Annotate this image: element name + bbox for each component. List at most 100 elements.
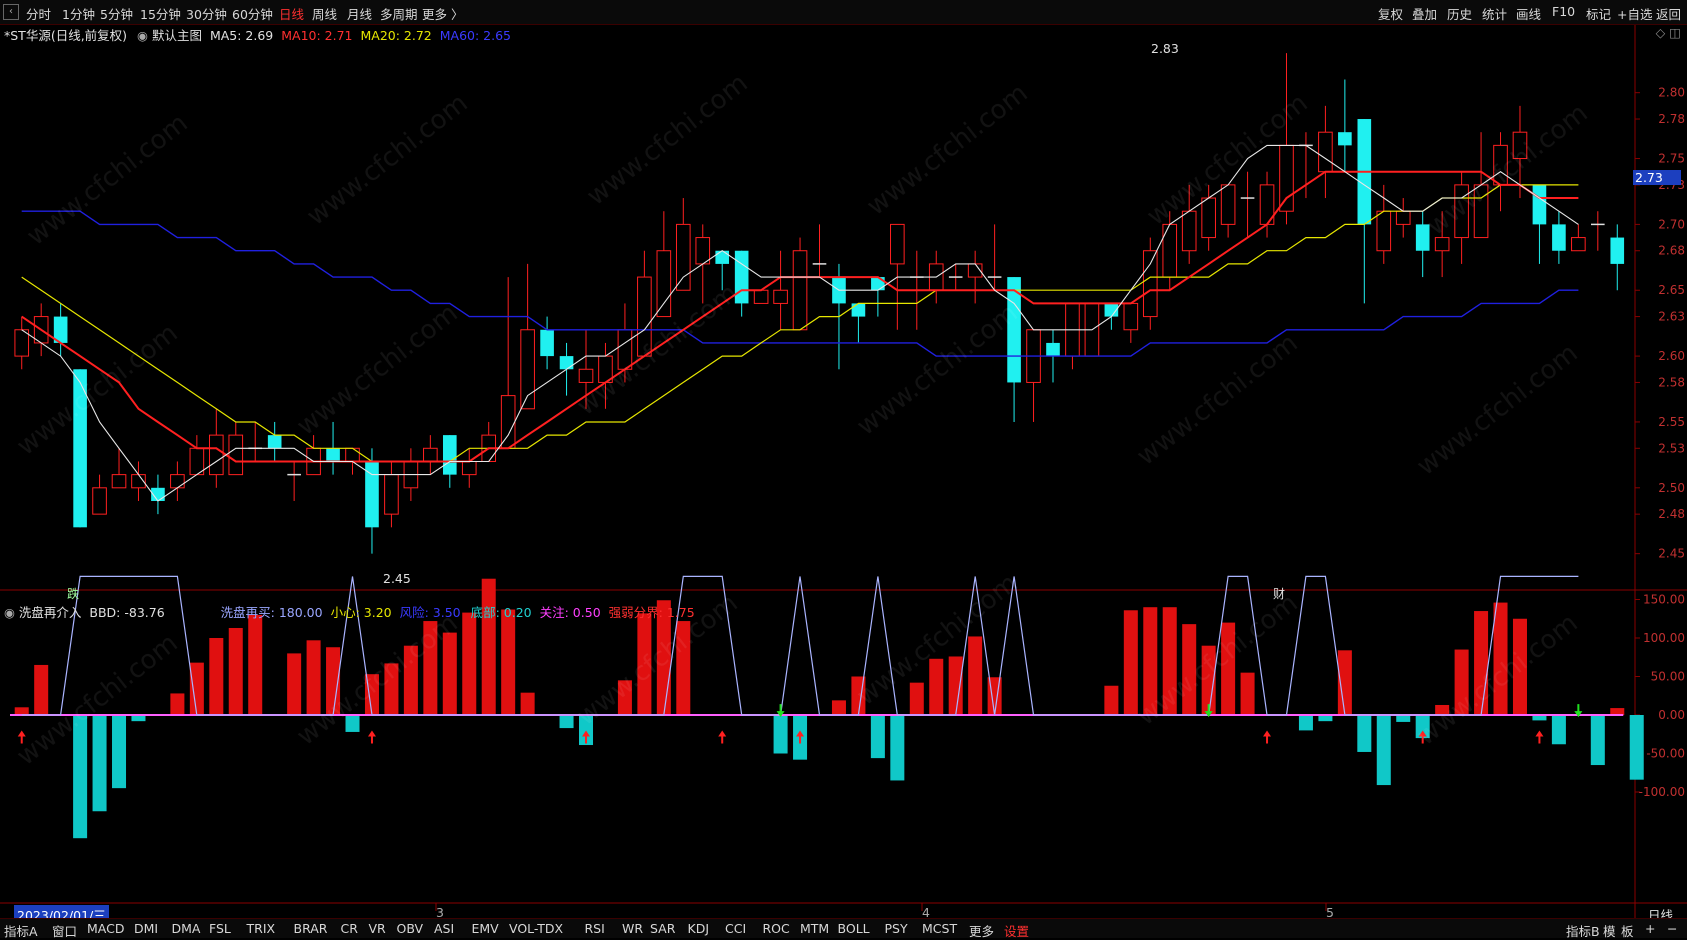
candle-up — [773, 289, 788, 304]
indicator-tab-24[interactable]: 更多 — [969, 921, 994, 940]
indicator-tab-11[interactable]: ASI — [434, 921, 454, 936]
candle-up — [228, 434, 244, 476]
period-tab-7[interactable]: 周线 — [312, 4, 337, 23]
tool-button-7[interactable]: +自选 — [1617, 4, 1652, 23]
right-tab-2[interactable]: 板 — [1621, 921, 1634, 940]
indicator-tab-10[interactable]: OBV — [397, 921, 424, 936]
bbd-bar-positive — [501, 609, 516, 715]
tool-button-0[interactable]: 复权 — [1378, 4, 1403, 23]
event-marker-left[interactable]: 跌 — [67, 585, 79, 602]
settings-icon[interactable]: ◉ — [4, 605, 15, 620]
period-tab-2[interactable]: 5分钟 — [100, 4, 133, 23]
bbd-bar-negative — [112, 715, 127, 789]
right-tab-0[interactable]: 指标B — [1566, 921, 1600, 940]
candle-down — [442, 435, 457, 475]
right-tab-4[interactable]: − — [1667, 921, 1677, 936]
right-tab-1[interactable]: 模 — [1603, 921, 1616, 940]
tool-button-6[interactable]: 标记 — [1586, 4, 1611, 23]
candle-down — [1415, 224, 1430, 251]
tool-button-1[interactable]: 叠加 — [1412, 4, 1437, 23]
price-axis-label: 2.50 — [1658, 481, 1685, 495]
indicator-tab-9[interactable]: VR — [369, 921, 386, 936]
param-careful: 小心: 3.20 — [330, 605, 392, 620]
indicator-tab-16[interactable]: SAR — [650, 921, 675, 936]
indicator-tab-15[interactable]: WR — [622, 921, 643, 936]
indicator-tab-23[interactable]: MCST — [922, 921, 957, 936]
indicator-tab-7[interactable]: BRAR — [294, 921, 328, 936]
param-bottom: 底部: 0.20 — [470, 605, 532, 620]
tool-button-2[interactable]: 历史 — [1447, 4, 1472, 23]
indicator-tab-8[interactable]: CR — [341, 921, 358, 936]
candle-up — [14, 329, 30, 357]
ma20-value: MA20: 2.72 — [360, 28, 432, 43]
stock-name: *ST华源(日线,前复权) — [4, 28, 128, 43]
indicator-tab-12[interactable]: EMV — [472, 921, 499, 936]
bbd-bar-negative — [773, 715, 788, 754]
period-tab-9[interactable]: 多周期 — [380, 4, 418, 23]
bbd-bar-negative — [92, 715, 107, 812]
bbd-bar-positive — [384, 663, 399, 715]
bbd-bar-positive — [929, 658, 944, 715]
period-tab-1[interactable]: 1分钟 — [62, 4, 95, 23]
tool-button-4[interactable]: 画线 — [1516, 4, 1541, 23]
indicator-tab-14[interactable]: RSI — [585, 921, 605, 936]
indicator-tab-18[interactable]: CCI — [725, 921, 746, 936]
bbd-bar-positive — [1474, 611, 1489, 715]
indicator-tab-20[interactable]: MTM — [800, 921, 829, 936]
ma5-value: MA5: 2.69 — [209, 28, 274, 43]
event-marker-right[interactable]: 财 — [1273, 585, 1285, 602]
period-tab-6[interactable]: 日线 — [279, 4, 304, 23]
indicator-name: 洗盘再介入 — [18, 605, 82, 620]
price-axis-label: 2.63 — [1658, 310, 1685, 324]
candle-up — [637, 276, 652, 357]
tool-button-3[interactable]: 统计 — [1482, 4, 1507, 23]
indicator-tab-0[interactable]: 指标A — [4, 921, 38, 940]
indicator-tabbar: 指标A 窗口 MACD DMI DMA FSL TRIX BRAR CR VR OBV ASI EMV V… — [0, 918, 1687, 940]
ind-axis-label: 150.00 — [1643, 593, 1685, 607]
indicator-tab-22[interactable]: PSY — [885, 921, 908, 936]
indicator-tab-25[interactable]: 设置 — [1004, 921, 1029, 940]
settings-icon[interactable]: ◉ — [137, 28, 148, 43]
bbd-bar-negative — [1376, 715, 1391, 786]
right-tab-3[interactable]: + — [1645, 921, 1655, 936]
candle-up — [675, 223, 691, 291]
expand-icon[interactable]: ◇ ◫ — [1656, 25, 1681, 40]
period-tab-3[interactable]: 15分钟 — [140, 4, 181, 23]
candle-down — [734, 250, 749, 304]
tool-button-8[interactable]: 返回 — [1656, 4, 1681, 23]
ind-axis-label: 0.00 — [1658, 708, 1685, 722]
current-price-tag: 2.73 — [1633, 170, 1681, 185]
indicator-tab-5[interactable]: FSL — [209, 921, 231, 936]
candle-up — [1395, 210, 1411, 225]
period-tab-8[interactable]: 月线 — [347, 4, 372, 23]
indicator-tab-19[interactable]: ROC — [763, 921, 790, 936]
period-tab-0[interactable]: 分时 — [26, 4, 51, 23]
kline-chart[interactable]: 2.80 2.78 2.75 2.73 2.70 2.68 2.65 2.63 2.60 2.58… — [0, 25, 1687, 918]
indicator-tab-3[interactable]: DMI — [134, 921, 158, 936]
param-wash: 洗盘再买: 180.00 — [220, 605, 323, 620]
bbd-bar-positive — [948, 656, 963, 715]
candle-down — [851, 303, 866, 317]
period-tab-10[interactable]: 更多 〉 — [422, 4, 463, 23]
period-tab-5[interactable]: 60分钟 — [232, 4, 273, 23]
bbd-bar-positive — [831, 700, 846, 715]
indicator-tab-1[interactable]: 窗口 — [52, 921, 77, 940]
price-axis-label: 2.60 — [1658, 349, 1685, 363]
indicator-tab-4[interactable]: DMA — [172, 921, 201, 936]
bbd-bar-positive — [909, 682, 924, 715]
bbd-bar-negative — [1298, 715, 1313, 731]
price-axis-label: 2.70 — [1658, 217, 1685, 231]
candle-up — [1571, 237, 1586, 252]
indicator-tab-2[interactable]: MACD — [87, 921, 124, 936]
period-tab-4[interactable]: 30分钟 — [186, 4, 227, 23]
back-arrow-icon[interactable]: ‹ — [3, 4, 19, 20]
indicator-tab-21[interactable]: BOLL — [838, 921, 870, 936]
tool-button-5[interactable]: F10 — [1552, 4, 1575, 19]
indicator-tab-17[interactable]: KDJ — [688, 921, 710, 936]
indicator-tab-13[interactable]: VOL-TDX — [509, 921, 563, 936]
indicator-tab-6[interactable]: TRIX — [247, 921, 276, 936]
bbd-bar-positive — [1221, 622, 1236, 715]
candle-up — [1376, 210, 1392, 252]
price-axis-label: 2.45 — [1658, 547, 1685, 561]
price-axis-label: 2.65 — [1658, 283, 1685, 297]
